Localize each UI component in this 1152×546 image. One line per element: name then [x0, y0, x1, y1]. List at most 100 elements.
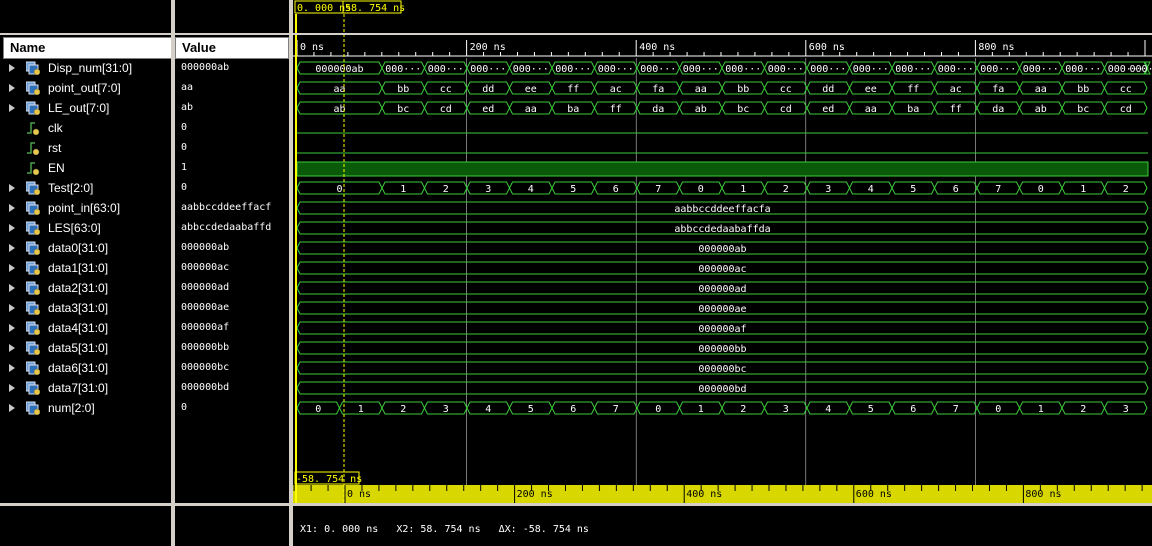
waveform-10[interactable]: 000000ac — [296, 261, 1149, 275]
expand-arrow-icon[interactable] — [9, 404, 15, 412]
ruler-tick-label: 800 ns — [1025, 489, 1061, 500]
bus-value-label: ed — [482, 104, 494, 115]
value-column-header[interactable]: Value — [175, 37, 289, 59]
expand-arrow-icon[interactable] — [9, 64, 15, 72]
waveform-12[interactable]: 000000ae — [296, 301, 1149, 315]
signal-value: 0 — [181, 402, 188, 413]
expand-arrow-icon[interactable] — [9, 84, 15, 92]
waveform-6[interactable]: 0 1 2 3 4 5 6 7 0 1 2 3 4 5 6 7 0 1 2 — [296, 181, 1148, 195]
signal-row-17[interactable]: num[2:0] — [0, 398, 170, 418]
waveform-17[interactable]: 0 1 2 3 4 5 6 7 0 1 2 3 4 5 6 7 0 1 2 3 — [296, 401, 1148, 415]
expand-arrow-icon[interactable] — [9, 244, 15, 252]
signal-row-13[interactable]: data4[31:0] — [0, 318, 170, 338]
bus-value-label: 000··· — [725, 64, 761, 75]
value-pane: Value 000000ab aa ab 0 0 1 0 aabbccddeeffacf abb… — [175, 0, 289, 546]
bus-value-label: 000000ad — [698, 284, 746, 295]
bus-value-label: ee — [525, 84, 537, 95]
signal-row-16[interactable]: data7[31:0] — [0, 378, 170, 398]
status-bar: X1: 0. 000 ns X2: 58. 754 ns ΔX: -58. 75… — [300, 524, 1140, 535]
waveform-9[interactable]: 000000ab — [296, 241, 1149, 255]
signal-row-6[interactable]: Test[2:0] — [0, 178, 170, 198]
signal-value: 000000ab — [181, 62, 230, 73]
expand-arrow-icon[interactable] — [9, 284, 15, 292]
expand-arrow-icon[interactable] — [9, 344, 15, 352]
expand-arrow-icon[interactable] — [9, 304, 15, 312]
signal-row-5[interactable]: EN — [0, 158, 170, 178]
signal-name: LE_out[7:0] — [48, 101, 110, 115]
signal-value: 000000ad — [181, 282, 230, 293]
bus-value-label: dd — [822, 84, 834, 95]
bus-value-label: 7 — [655, 184, 661, 195]
bus-value-label: 7 — [613, 404, 619, 415]
waveform-0[interactable]: 000000ab 000··· 000··· 000··· 000··· 000··· 00… — [296, 61, 1152, 75]
bus-value-label: bb — [1077, 84, 1089, 95]
waveform-1[interactable]: aa bb cc dd ee ff ac fa aa bb cc dd ee ff ac fa aa bb cc — [296, 81, 1148, 95]
signal-name: Test[2:0] — [48, 181, 94, 195]
signal-row-7[interactable]: point_in[63:0] — [0, 198, 170, 218]
signal-name: data7[31:0] — [48, 381, 109, 395]
bus-value-label: 4 — [485, 404, 491, 415]
expand-arrow-icon[interactable] — [9, 224, 15, 232]
signal-value: 000000ac — [181, 262, 230, 273]
bus-value-label: ac — [950, 84, 962, 95]
waveform-11[interactable]: 000000ad — [296, 281, 1149, 295]
expand-arrow-icon[interactable] — [9, 264, 15, 272]
bus-value-label: ac — [610, 84, 622, 95]
signal-row-4[interactable]: rst — [0, 138, 170, 158]
bit-icon — [26, 121, 40, 136]
waveform-5[interactable] — [296, 161, 1149, 177]
signal-value: 1 — [181, 162, 188, 173]
top-time-ruler[interactable]: 0 ns 200 ns 400 ns 600 ns 800 ns — [293, 40, 1152, 57]
expand-arrow-icon[interactable] — [9, 324, 15, 332]
signal-row-3[interactable]: clk — [0, 118, 170, 138]
status-splitter-left — [0, 503, 293, 506]
signal-row-8[interactable]: LES[63:0] — [0, 218, 170, 238]
signal-row-1[interactable]: point_out[7:0] — [0, 78, 170, 98]
waveform-14[interactable]: 000000bb — [296, 341, 1149, 355]
bus-icon — [25, 241, 41, 256]
name-column-header[interactable]: Name — [3, 37, 172, 59]
header-splitter-left — [0, 33, 293, 35]
bus-value-label: 0 — [698, 184, 704, 195]
expand-arrow-icon[interactable] — [9, 184, 15, 192]
waveform-8[interactable]: abbccdedaabaffda — [296, 221, 1149, 235]
signal-row-0[interactable]: Disp_num[31:0] — [0, 58, 170, 78]
signal-row-12[interactable]: data3[31:0] — [0, 298, 170, 318]
bus-value-label: 000··· — [513, 64, 549, 75]
waveform-15[interactable]: 000000bc — [296, 361, 1149, 375]
bus-value-label: aa — [1035, 84, 1047, 95]
expand-arrow-icon[interactable] — [9, 104, 15, 112]
waveform-2[interactable]: ab bc cd ed aa ba ff da ab bc cd ed aa ba ff da ab bc cd — [296, 101, 1148, 115]
signal-row-15[interactable]: data6[31:0] — [0, 358, 170, 378]
signal-row-2[interactable]: LE_out[7:0] — [0, 98, 170, 118]
bus-icon — [25, 361, 41, 376]
bus-value-label: 6 — [570, 404, 576, 415]
bus-value-label: cd — [780, 104, 792, 115]
bus-value-label: aa — [865, 104, 877, 115]
expand-arrow-icon[interactable] — [9, 364, 15, 372]
waveform-7[interactable]: aabbccddeeffacfa — [296, 201, 1149, 215]
status-x1: X1: 0. 000 ns — [300, 524, 379, 535]
bus-value-label: bc — [1077, 104, 1089, 115]
bus-value-label: 1 — [358, 404, 364, 415]
signal-value: 0 — [181, 142, 188, 153]
signal-row-14[interactable]: data5[31:0] — [0, 338, 170, 358]
status-splitter-right — [293, 503, 1152, 506]
waveform-13[interactable]: 000000af — [296, 321, 1149, 335]
signal-row-9[interactable]: data0[31:0] — [0, 238, 170, 258]
expand-arrow-icon[interactable] — [9, 204, 15, 212]
expand-arrow-icon[interactable] — [9, 384, 15, 392]
waveform-16[interactable]: 000000bd — [296, 381, 1149, 395]
signal-row-11[interactable]: data2[31:0] — [0, 278, 170, 298]
signal-row-10[interactable]: data1[31:0] — [0, 258, 170, 278]
bus-value-label: 000··· — [768, 64, 804, 75]
signal-name: data0[31:0] — [48, 241, 109, 255]
signal-value: 000000bb — [181, 342, 230, 353]
bus-value-label: 000000bc — [698, 364, 746, 375]
bus-icon — [25, 101, 41, 116]
bus-value-label: bc — [397, 104, 409, 115]
waveform-canvas[interactable]: 0. 000 ns 58. 754 ns 0 ns 200 ns 400 ns 600… — [293, 0, 1152, 546]
bus-value-label: 5 — [910, 184, 916, 195]
bus-value-label: 7 — [995, 184, 1001, 195]
ruler-tick-label: 400 ns — [639, 42, 675, 53]
